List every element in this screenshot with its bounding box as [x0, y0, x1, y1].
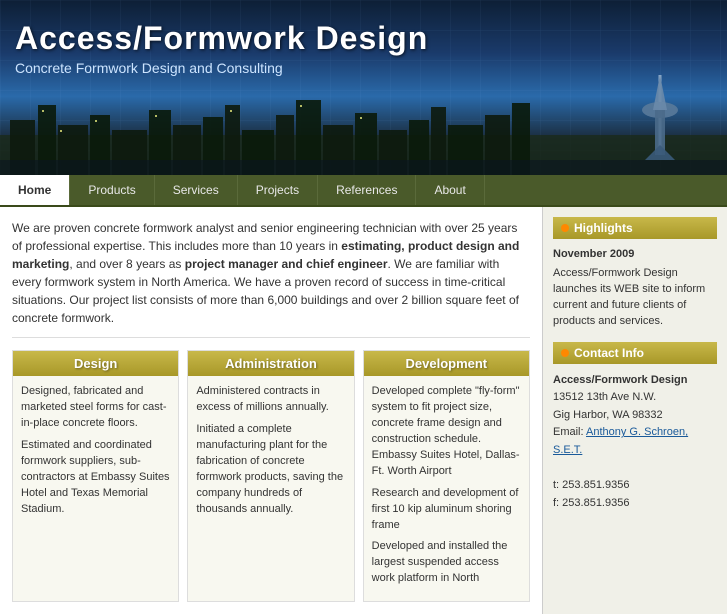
highlight-text: Access/Formwork Design launches its WEB … [553, 267, 705, 327]
nav-projects[interactable]: Projects [238, 175, 318, 205]
dev-text-1: Developed complete "fly-form" system to … [372, 384, 521, 480]
nav-about[interactable]: About [416, 175, 484, 205]
intro-text-2: , and over 8 years as [69, 257, 184, 271]
address-line1: 13512 13th Ave N.W. [553, 391, 656, 403]
design-header: Design [13, 351, 178, 376]
site-subtitle: Concrete Formwork Design and Consulting [15, 60, 428, 76]
main-content: We are proven concrete formwork analyst … [0, 207, 542, 614]
phone-2: f: 253.851.9356 [553, 497, 629, 509]
admin-text-1: Administered contracts in excess of mill… [196, 384, 345, 416]
nav-products[interactable]: Products [70, 175, 154, 205]
address-line2: Gig Harbor, WA 98332 [553, 409, 663, 421]
design-text-1: Designed, fabricated and marketed steel … [21, 384, 170, 432]
skyline-illustration [0, 75, 727, 175]
development-column: Development Developed complete "fly-form… [363, 350, 530, 602]
contact-title-bar: Contact Info [553, 342, 717, 364]
highlight-date: November 2009 [553, 247, 717, 263]
nav-references[interactable]: References [318, 175, 416, 205]
phone-1: t: 253.851.9356 [553, 479, 629, 491]
nav-services[interactable]: Services [155, 175, 238, 205]
administration-header: Administration [188, 351, 353, 376]
design-text-2: Estimated and coordinated formwork suppl… [21, 438, 170, 518]
contact-label: Contact Info [574, 346, 644, 360]
highlights-content: November 2009 Access/Formwork Design lau… [553, 247, 717, 330]
contact-details: Access/Formwork Design 13512 13th Ave N.… [553, 372, 717, 513]
highlights-dot [561, 224, 569, 232]
intro-bold-2: project manager and chief engineer [185, 257, 388, 271]
highlights-section: Highlights November 2009 Access/Formwork… [553, 217, 717, 330]
highlights-label: Highlights [574, 221, 633, 235]
intro-paragraph: We are proven concrete formwork analyst … [12, 219, 530, 338]
email-label: Email: [553, 426, 586, 438]
site-header: Access/Formwork Design Concrete Formwork… [0, 0, 727, 175]
development-header: Development [364, 351, 529, 376]
three-columns: Design Designed, fabricated and marketed… [12, 350, 530, 602]
administration-column: Administration Administered contracts in… [187, 350, 354, 602]
main-layout: We are proven concrete formwork analyst … [0, 207, 727, 614]
dev-text-3: Developed and installed the largest susp… [372, 539, 521, 587]
main-nav: Home Products Services Projects Referenc… [0, 175, 727, 207]
contact-dot [561, 349, 569, 357]
company-name: Access/Formwork Design [553, 374, 688, 386]
design-column: Design Designed, fabricated and marketed… [12, 350, 179, 602]
contact-section: Contact Info Access/Formwork Design 1351… [553, 342, 717, 513]
admin-text-2: Initiated a complete manufacturing plant… [196, 422, 345, 518]
right-sidebar: Highlights November 2009 Access/Formwork… [542, 207, 727, 614]
nav-home[interactable]: Home [0, 175, 70, 205]
header-text-block: Access/Formwork Design Concrete Formwork… [15, 20, 428, 76]
dev-text-2: Research and development of first 10 kip… [372, 486, 521, 534]
highlights-title-bar: Highlights [553, 217, 717, 239]
site-title: Access/Formwork Design [15, 20, 428, 57]
